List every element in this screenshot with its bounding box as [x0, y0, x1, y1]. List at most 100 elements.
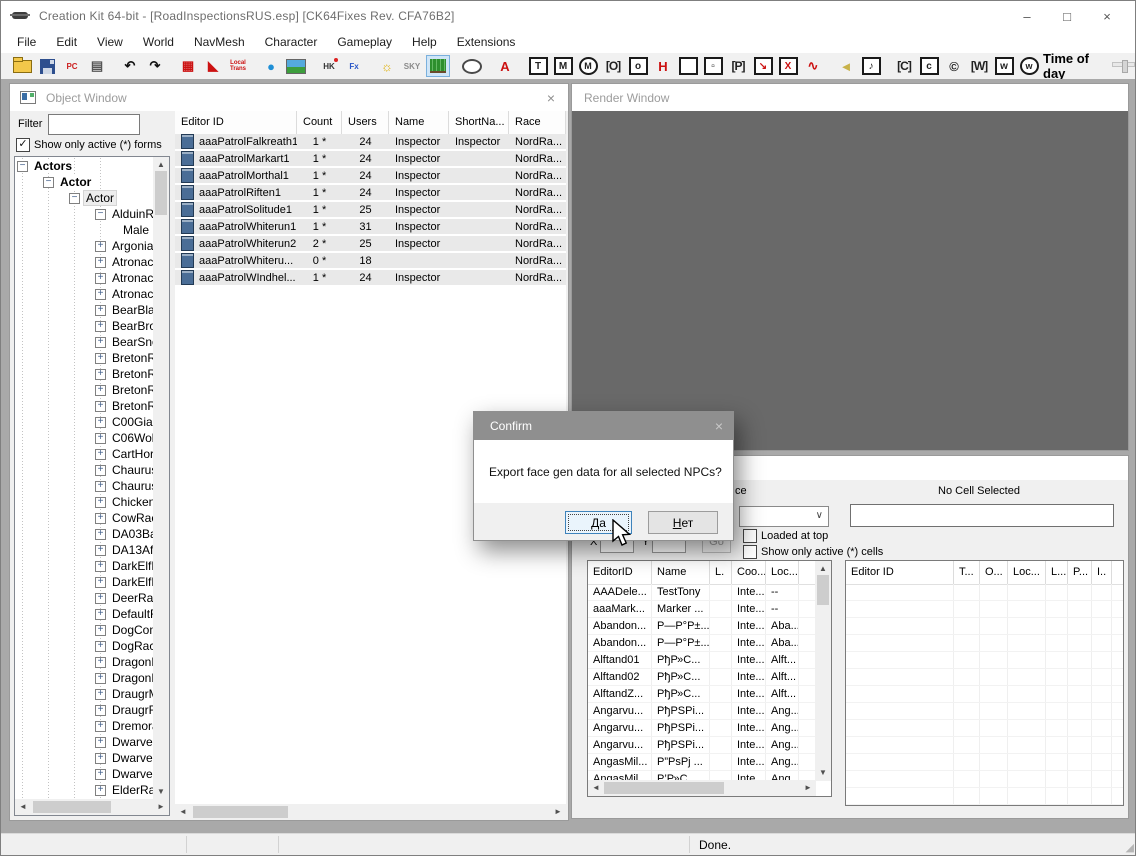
expand-icon[interactable]: +: [95, 273, 106, 284]
expand-icon[interactable]: +: [95, 625, 106, 636]
tree-item-defaultrac[interactable]: +DefaultRac: [16, 606, 153, 622]
tree-item-argonianra[interactable]: +ArgonianRa: [16, 238, 153, 254]
tree-item-atronachfr[interactable]: +AtronachFr: [16, 270, 153, 286]
cube-arrow-icon[interactable]: ↘: [752, 56, 774, 76]
cell-row[interactable]: AAADele...TestTonyInte...--: [588, 584, 815, 601]
expand-icon[interactable]: +: [95, 593, 106, 604]
render-viewport[interactable]: [572, 111, 1128, 450]
menu-file[interactable]: File: [7, 33, 46, 52]
expand-icon[interactable]: +: [95, 305, 106, 316]
tree-item-atronachfla[interactable]: +AtronachFla: [16, 254, 153, 270]
local-transform-icon[interactable]: LocalTrans: [227, 56, 249, 76]
expand-icon[interactable]: +: [95, 785, 106, 796]
lights-icon[interactable]: ☼: [376, 56, 398, 76]
open-icon[interactable]: [11, 56, 33, 76]
expand-icon[interactable]: +: [95, 497, 106, 508]
tree-item-darkelfrac[interactable]: +DarkElfRac: [16, 574, 153, 590]
npc-row-aaaPatrolMarkart1[interactable]: aaaPatrolMarkart11 *24InspectorNordRa...: [175, 151, 566, 168]
resize-grip[interactable]: ◢: [1126, 841, 1134, 854]
cable-icon[interactable]: ∿: [802, 56, 824, 76]
tree-item-da03barba[interactable]: +DA03Barba: [16, 526, 153, 542]
scroll-up-icon[interactable]: ▲: [815, 565, 831, 573]
tree-item-chickenra[interactable]: +ChickenRa: [16, 494, 153, 510]
expand-icon[interactable]: +: [95, 465, 106, 476]
menu-extensions[interactable]: Extensions: [447, 33, 526, 52]
cell-row[interactable]: Angarvu...РђРЅРі...Inte...Ang...: [588, 737, 815, 754]
cell-row[interactable]: Alftand01РђР»С...Inte...Alft...: [588, 652, 815, 669]
tree-item-actor[interactable]: −Actor: [16, 190, 153, 206]
collapse-icon[interactable]: −: [95, 209, 106, 220]
scroll-left-icon[interactable]: ◄: [588, 780, 604, 796]
tree-item-deerrace[interactable]: +DeerRace: [16, 590, 153, 606]
expand-icon[interactable]: +: [95, 321, 106, 332]
tree-item-dragonrac[interactable]: +DragonRac: [16, 670, 153, 686]
column-header-coo[interactable]: Coo...: [732, 561, 766, 584]
bracket-o-icon[interactable]: [O]: [602, 56, 624, 76]
grass-icon[interactable]: [426, 55, 450, 77]
redo-icon[interactable]: ↷: [144, 56, 166, 76]
tree-item-dragonprie[interactable]: +DragonPrie: [16, 654, 153, 670]
cube-square-icon[interactable]: ▫: [702, 56, 724, 76]
cube-w-icon[interactable]: w: [993, 56, 1015, 76]
cell-row[interactable]: Alftand02РђР»С...Inte...Alft...: [588, 669, 815, 686]
column-header-race[interactable]: Race: [509, 111, 566, 134]
expand-icon[interactable]: +: [95, 689, 106, 700]
tree-item-dremorara[interactable]: +DremoraRa: [16, 718, 153, 734]
havok-sim-icon[interactable]: HK: [318, 56, 340, 76]
menu-view[interactable]: View: [87, 33, 133, 52]
cube-m-icon[interactable]: M: [552, 56, 574, 76]
column-header-l[interactable]: L.: [710, 561, 732, 584]
save-icon[interactable]: [36, 56, 58, 76]
expand-icon[interactable]: +: [95, 769, 106, 780]
tree-item-dograce[interactable]: +DogRace: [16, 638, 153, 654]
filter-input[interactable]: [48, 114, 140, 135]
expand-icon[interactable]: +: [95, 657, 106, 668]
expand-icon[interactable]: +: [95, 337, 106, 348]
tree-item-da13afflict[interactable]: +DA13Afflict: [16, 542, 153, 558]
collapse-icon[interactable]: −: [43, 177, 54, 188]
expand-icon[interactable]: +: [95, 241, 106, 252]
tree-item-male[interactable]: Male: [16, 222, 153, 238]
npc-row-aaaPatrolWIndhel[interactable]: aaaPatrolWIndhel...1 *24InspectorNordRa.…: [175, 270, 566, 287]
cell-row[interactable]: Angarvu...РђРЅРі...Inte...Ang...: [588, 720, 815, 737]
tree-item-chaurusra[interactable]: +ChaurusRa: [16, 462, 153, 478]
column-header-p[interactable]: P...: [1068, 561, 1092, 584]
version-control-icon[interactable]: PC: [61, 56, 83, 76]
tree-item-dwarvensp[interactable]: +DwarvenSp: [16, 766, 153, 782]
show-active-forms-checkbox[interactable]: ✓: [16, 138, 30, 152]
cell-row[interactable]: AlftandZ...РђР»С...Inte...Alft...: [588, 686, 815, 703]
bracket-p-icon[interactable]: [P]: [727, 56, 749, 76]
scroll-right-icon[interactable]: ►: [550, 804, 566, 820]
cell-row[interactable]: Abandon...Р—Р°Р±...Inte...Aba...: [588, 618, 815, 635]
collapse-icon[interactable]: −: [69, 193, 80, 204]
expand-icon[interactable]: +: [95, 737, 106, 748]
dialogue-icon[interactable]: [461, 56, 483, 76]
collapse-icon[interactable]: −: [17, 161, 28, 172]
cell-row[interactable]: Abandon...Р—Р°Р±...Inte...Aba...: [588, 635, 815, 652]
expand-icon[interactable]: +: [95, 641, 106, 652]
npc-row-aaaPatrolSolitude1[interactable]: aaaPatrolSolitude11 *25InspectorNordRa..…: [175, 202, 566, 219]
menu-world[interactable]: World: [133, 33, 184, 52]
column-header-editorid[interactable]: EditorID: [588, 561, 652, 584]
column-header-name[interactable]: Name: [389, 111, 449, 134]
marker-h-icon[interactable]: H: [652, 56, 674, 76]
npc-row-aaaPatrolMorthal1[interactable]: aaaPatrolMorthal11 *24InspectorNordRa...: [175, 168, 566, 185]
tree-item-bearblackr[interactable]: +BearBlackR: [16, 302, 153, 318]
tree-item-cowrace[interactable]: +CowRace: [16, 510, 153, 526]
expand-icon[interactable]: +: [95, 577, 106, 588]
dialog-close-icon[interactable]: ×: [715, 418, 723, 434]
light-cone-icon[interactable]: ◄: [835, 56, 857, 76]
tree-item-bretonrace[interactable]: +BretonRace: [16, 366, 153, 382]
cube-o-icon[interactable]: o: [627, 56, 649, 76]
world-icon[interactable]: ●: [260, 56, 282, 76]
tree-item-alduinrace[interactable]: −AlduinRace: [16, 206, 153, 222]
show-active-cells-checkbox[interactable]: [743, 545, 757, 559]
snap-to-angle-icon[interactable]: ◣: [202, 56, 224, 76]
column-header-l[interactable]: L...: [1046, 561, 1068, 584]
scroll-down-icon[interactable]: ▼: [815, 769, 831, 777]
cube-t-icon[interactable]: T: [527, 56, 549, 76]
tree-item-chaurusre[interactable]: +ChaurusRe: [16, 478, 153, 494]
close-button[interactable]: ×: [1087, 1, 1127, 31]
expand-icon[interactable]: +: [95, 513, 106, 524]
column-header-shortna[interactable]: ShortNa...: [449, 111, 509, 134]
